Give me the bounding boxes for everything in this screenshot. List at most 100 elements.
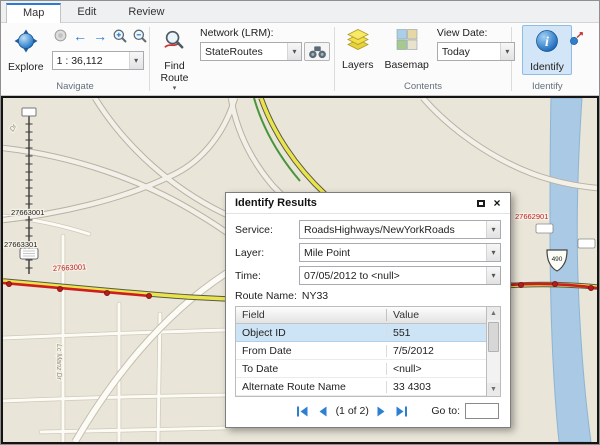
- close-icon[interactable]: ×: [489, 196, 505, 211]
- identify-group: i Identify Identify: [512, 23, 599, 95]
- network-lrm-value: StateRoutes: [201, 46, 287, 58]
- dialog-title-bar[interactable]: Identify Results ×: [226, 193, 510, 214]
- tab-map[interactable]: Map: [6, 3, 61, 23]
- application-window: Map Edit Review: [0, 0, 600, 445]
- chevron-down-icon: ▾: [173, 85, 177, 92]
- first-page-icon[interactable]: [296, 405, 310, 418]
- value-cell: 33 4303: [386, 381, 486, 393]
- contents-group-label: Contents: [339, 80, 507, 95]
- identify-route-icon[interactable]: [569, 31, 584, 46]
- shield-label: 490: [552, 256, 563, 263]
- field-cell: Object ID: [236, 327, 386, 339]
- layer-label: Layer:: [235, 247, 299, 259]
- basemap-button[interactable]: Basemap: [382, 25, 432, 73]
- chevron-down-icon: ▾: [129, 52, 143, 69]
- value-cell: 551: [386, 327, 486, 339]
- identify-button[interactable]: i Identify: [522, 25, 572, 75]
- value-cell: 7/5/2012: [386, 345, 486, 357]
- chevron-down-icon: ▾: [287, 43, 301, 60]
- explore-button[interactable]: Explore: [5, 25, 47, 75]
- binoculars-icon: [308, 45, 327, 59]
- chevron-down-icon: ▾: [486, 221, 500, 238]
- route-name-value: NY33: [302, 290, 328, 302]
- tab-review[interactable]: Review: [112, 2, 180, 22]
- find-route-label: Find Route: [157, 60, 192, 84]
- map-view[interactable]: 490 27663001 27663301 27663001 27662901 …: [1, 96, 599, 444]
- contents-group: Layers Basemap View Date:: [335, 23, 511, 95]
- layers-button[interactable]: Layers: [339, 25, 377, 73]
- field-cell: From Date: [236, 345, 386, 357]
- service-label: Service:: [235, 224, 299, 236]
- street-name-label: Dr: [9, 123, 19, 134]
- table-row[interactable]: To Date <null>: [236, 360, 486, 378]
- field-cell: To Date: [236, 363, 386, 375]
- table-header-field: Field: [236, 309, 386, 321]
- view-date-label: View Date:: [437, 27, 515, 39]
- navigate-group-label: Navigate: [5, 80, 145, 95]
- dialog-body: Service: RoadsHighways/NewYorkRoads ▾ La…: [226, 214, 510, 427]
- page-info: (1 of 2): [336, 405, 369, 417]
- scroll-up-icon[interactable]: ▲: [487, 307, 500, 320]
- basemap-icon: [395, 28, 419, 57]
- table-row[interactable]: From Date 7/5/2012: [236, 342, 486, 360]
- chevron-down-icon: ▾: [486, 267, 500, 284]
- forward-arrow-icon[interactable]: →: [92, 27, 109, 44]
- explore-icon: [13, 28, 39, 59]
- previous-page-icon[interactable]: [316, 405, 330, 418]
- time-value: 07/05/2012 to <null>: [300, 270, 486, 282]
- ribbon-tab-bar: Map Edit Review: [1, 1, 599, 23]
- table-row[interactable]: Object ID 551: [236, 324, 486, 342]
- pagination-bar: (1 of 2) Go to:: [235, 403, 501, 419]
- maximize-icon[interactable]: [473, 196, 489, 211]
- street-name-label: Lc Manz Dr: [55, 344, 62, 380]
- layers-label: Layers: [342, 59, 374, 71]
- next-page-icon[interactable]: [375, 405, 389, 418]
- layer-combobox[interactable]: Mile Point ▾: [299, 243, 501, 262]
- svg-text:i: i: [545, 35, 549, 50]
- last-page-icon[interactable]: [395, 405, 409, 418]
- table-header-row: Field Value: [236, 307, 486, 324]
- route-id-label: 27663301: [4, 240, 37, 249]
- search-network-button[interactable]: [304, 42, 330, 61]
- zoom-out-icon[interactable]: [132, 27, 149, 44]
- ribbon: Explore ← →: [1, 23, 599, 96]
- previous-extent-icon[interactable]: [52, 27, 69, 44]
- network-lrm-label: Network (LRM):: [200, 27, 330, 39]
- navigate-group: Explore ← →: [1, 23, 149, 95]
- layer-value: Mile Point: [300, 247, 486, 259]
- measure-ruler[interactable]: [20, 108, 38, 274]
- find-route-button[interactable]: Find Route ▾: [154, 25, 195, 94]
- identify-icon: i: [534, 28, 560, 59]
- identify-group-label: Identify: [516, 80, 595, 95]
- value-cell: <null>: [386, 363, 486, 375]
- basemap-label: Basemap: [385, 59, 429, 71]
- time-combobox[interactable]: 07/05/2012 to <null> ▾: [299, 266, 501, 285]
- tab-edit[interactable]: Edit: [61, 2, 112, 22]
- explore-label: Explore: [8, 61, 44, 73]
- zoom-in-icon[interactable]: [112, 27, 129, 44]
- view-date-combobox[interactable]: Today ▾: [437, 42, 515, 61]
- map-scale-combobox[interactable]: 1 : 36,112 ▾: [52, 51, 144, 70]
- back-arrow-icon[interactable]: ←: [72, 27, 89, 44]
- table-header-value: Value: [386, 309, 486, 321]
- scroll-down-icon[interactable]: ▼: [487, 383, 500, 396]
- view-date-value: Today: [438, 46, 500, 58]
- identify-results-dialog: Identify Results × Service: RoadsHighway…: [225, 192, 511, 428]
- table-scrollbar[interactable]: ▲ ▼: [486, 306, 501, 397]
- find-route-icon: [162, 28, 187, 58]
- service-value: RoadsHighways/NewYorkRoads: [300, 224, 486, 236]
- route-id-label-red: 27662901: [515, 212, 548, 221]
- find-group: Find Route ▾ Network (LRM): StateRoutes …: [150, 23, 334, 95]
- table-row[interactable]: Alternate Route Name 33 4303: [236, 378, 486, 396]
- dialog-title: Identify Results: [235, 197, 473, 209]
- identify-label: Identify: [530, 61, 564, 73]
- scrollbar-thumb[interactable]: [488, 322, 499, 352]
- chevron-down-icon: ▾: [486, 244, 500, 261]
- goto-page-input[interactable]: [465, 403, 499, 419]
- network-lrm-combobox[interactable]: StateRoutes ▾: [200, 42, 302, 61]
- service-combobox[interactable]: RoadsHighways/NewYorkRoads ▾: [299, 220, 501, 239]
- navigate-small-buttons: ← →: [52, 27, 149, 44]
- attributes-table: Field Value Object ID 551 From Date 7/5/…: [235, 306, 501, 397]
- map-scale-value: 1 : 36,112: [53, 55, 129, 67]
- field-cell: Alternate Route Name: [236, 381, 386, 393]
